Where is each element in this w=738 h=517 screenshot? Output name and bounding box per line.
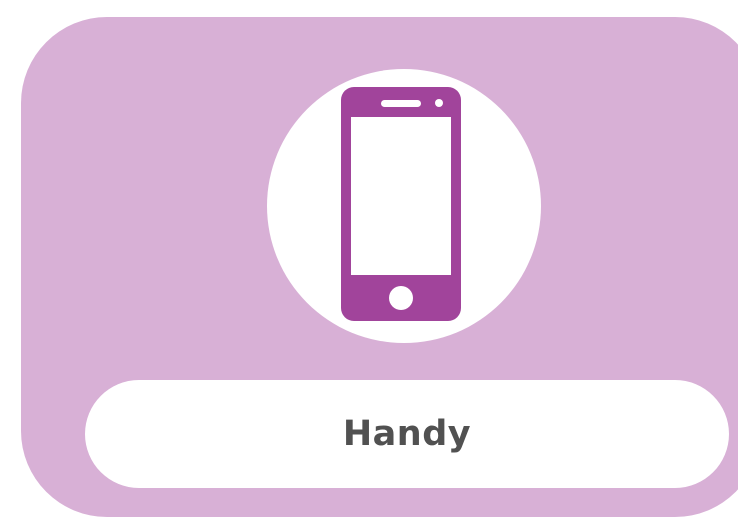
device-tile-card[interactable]: Handy xyxy=(21,17,738,517)
tile-label: Handy xyxy=(342,414,472,454)
smartphone-icon xyxy=(341,87,461,321)
label-pill[interactable]: Handy xyxy=(85,380,729,488)
icon-circle xyxy=(267,69,541,343)
